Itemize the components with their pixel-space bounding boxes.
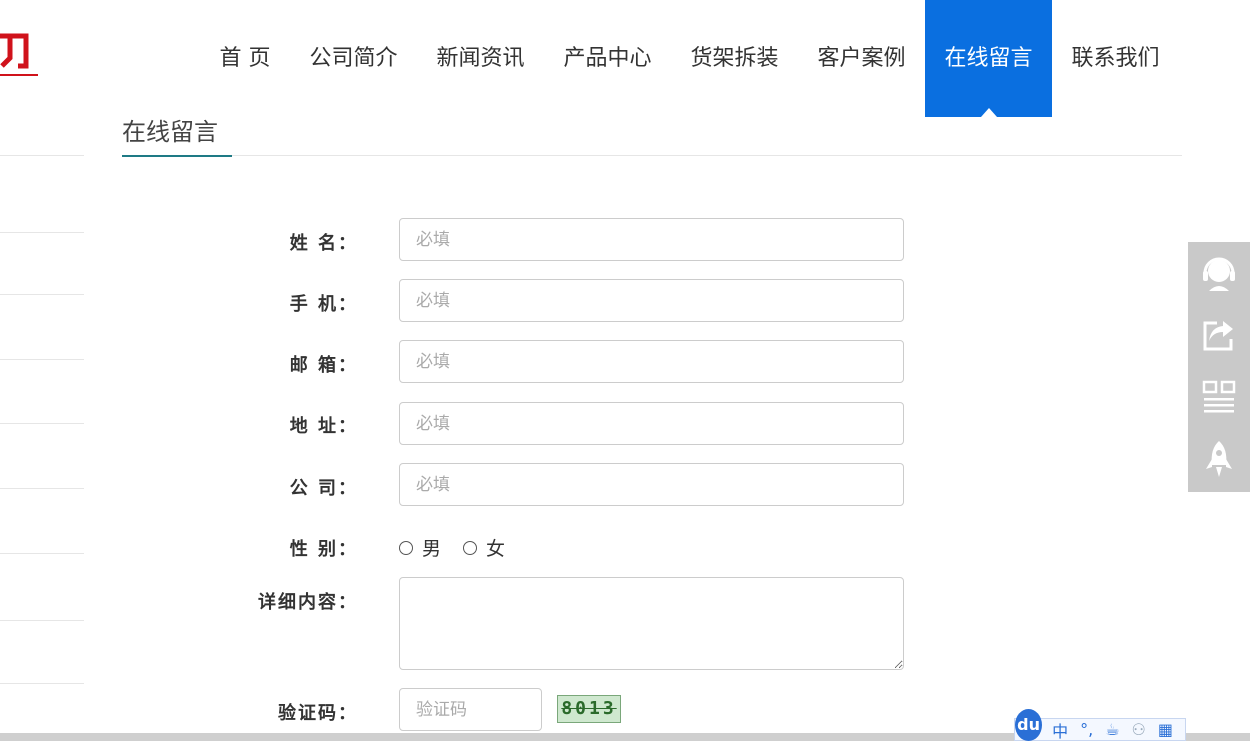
sidebar-divider (0, 155, 84, 156)
gender-radio-group: 男 女 (399, 534, 527, 561)
company-label: 公 司： (289, 478, 358, 499)
captcha-image[interactable]: 8013 (557, 695, 621, 723)
nav-label: 货架拆装 (690, 46, 779, 71)
nav-item-message[interactable]: 在线留言 (925, 0, 1052, 117)
section-rule (122, 155, 1182, 156)
nav-item-about[interactable]: 公司简介 (290, 0, 417, 117)
user-icon[interactable]: ⚇ (1132, 720, 1146, 739)
nav-label: 在线留言 (944, 46, 1033, 71)
nav-label: 产品中心 (563, 46, 652, 71)
gender-female-radio[interactable] (463, 540, 478, 555)
phone-label: 手 机： (289, 294, 358, 315)
sidebar-divider (0, 423, 84, 424)
gender-male-radio[interactable] (399, 540, 413, 555)
phone-field[interactable] (399, 279, 904, 322)
sidebar-divider (0, 553, 84, 554)
gender-male-label[interactable]: 男 (422, 534, 441, 561)
ime-mode-toggle[interactable]: 中 (1052, 718, 1068, 741)
page-title-underline (122, 155, 232, 157)
sidebar-divider (0, 294, 84, 295)
nav-label: 客户案例 (817, 46, 906, 71)
back-to-top-button[interactable] (1188, 428, 1250, 490)
sidebar-divider (0, 232, 84, 233)
customer-service-button[interactable] (1188, 242, 1250, 304)
gender-female-label[interactable]: 女 (486, 534, 505, 561)
captcha-field[interactable] (399, 688, 542, 731)
headset-icon (1203, 257, 1235, 291)
nav-item-cases[interactable]: 客户案例 (798, 0, 925, 117)
floating-toolbar (1188, 242, 1250, 492)
nav-label: 新闻资讯 (436, 46, 525, 71)
nav-label: 公司简介 (309, 46, 398, 71)
nav-item-shelving[interactable]: 货架拆装 (671, 0, 798, 117)
cup-icon[interactable]: ☕ (1105, 720, 1119, 739)
address-label: 地 址： (289, 416, 358, 437)
detail-textarea[interactable] (399, 577, 904, 670)
name-label: 姓 名： (289, 233, 358, 254)
share-button[interactable] (1188, 304, 1250, 366)
sidebar-divider (0, 359, 84, 360)
share-icon (1203, 321, 1233, 351)
email-field[interactable] (399, 340, 904, 383)
baidu-ime-logo[interactable]: du (1015, 708, 1043, 741)
nav-item-news[interactable]: 新闻资讯 (417, 0, 544, 117)
page: 首 页 公司简介 新闻资讯 产品中心 货架拆装 客户案例 在线留言 联系我们 在… (0, 0, 1250, 741)
qrcode-icon (1202, 380, 1236, 413)
email-label: 邮 箱： (289, 355, 358, 376)
ime-punct-toggle[interactable]: °, (1080, 720, 1093, 739)
main-nav: 首 页 公司简介 新闻资讯 产品中心 货架拆装 客户案例 在线留言 联系我们 (200, 0, 1179, 117)
company-field[interactable] (399, 463, 904, 506)
gender-label: 性 别： (289, 539, 358, 560)
logo[interactable] (0, 18, 40, 80)
nav-item-home[interactable]: 首 页 (200, 0, 290, 117)
name-field[interactable] (399, 218, 904, 261)
nav-label: 首 页 (219, 46, 271, 71)
nav-label: 联系我们 (1071, 46, 1160, 71)
sidebar-divider (0, 620, 84, 621)
detail-label: 详细内容： (258, 592, 358, 613)
nav-item-contact[interactable]: 联系我们 (1052, 0, 1179, 117)
sidebar-divider (0, 488, 84, 489)
captcha-label: 验证码： (278, 703, 358, 724)
qrcode-button[interactable] (1188, 366, 1250, 428)
page-title: 在线留言 (122, 118, 218, 146)
sidebar-divider (0, 683, 84, 684)
grid-icon[interactable]: ▦ (1158, 720, 1173, 739)
nav-item-products[interactable]: 产品中心 (544, 0, 671, 117)
address-field[interactable] (399, 402, 904, 445)
rocket-icon (1206, 441, 1232, 477)
ime-toolbar: du 中 °, ☕ ⚇ ▦ (1014, 708, 1186, 741)
